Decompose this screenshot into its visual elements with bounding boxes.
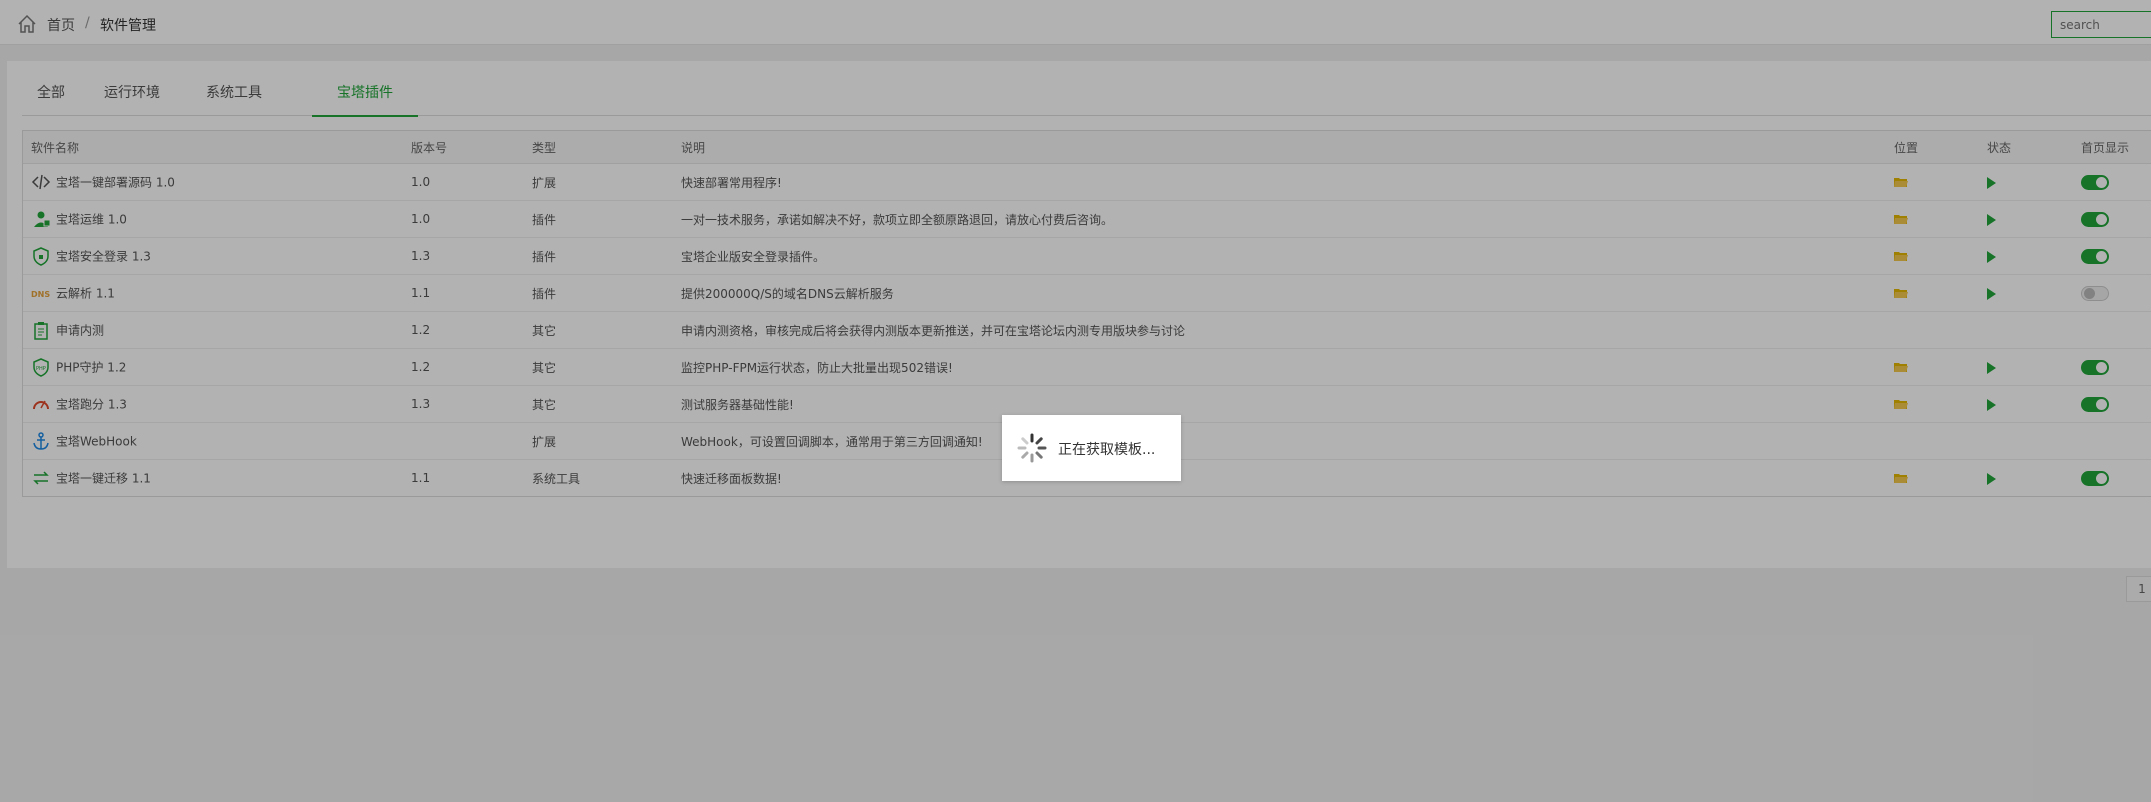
loading-dialog: 正在获取模板...	[1002, 415, 1181, 481]
modal-overlay	[0, 0, 2151, 802]
loading-text: 正在获取模板...	[1058, 442, 1156, 458]
loading-spinner-icon	[1017, 433, 1047, 463]
